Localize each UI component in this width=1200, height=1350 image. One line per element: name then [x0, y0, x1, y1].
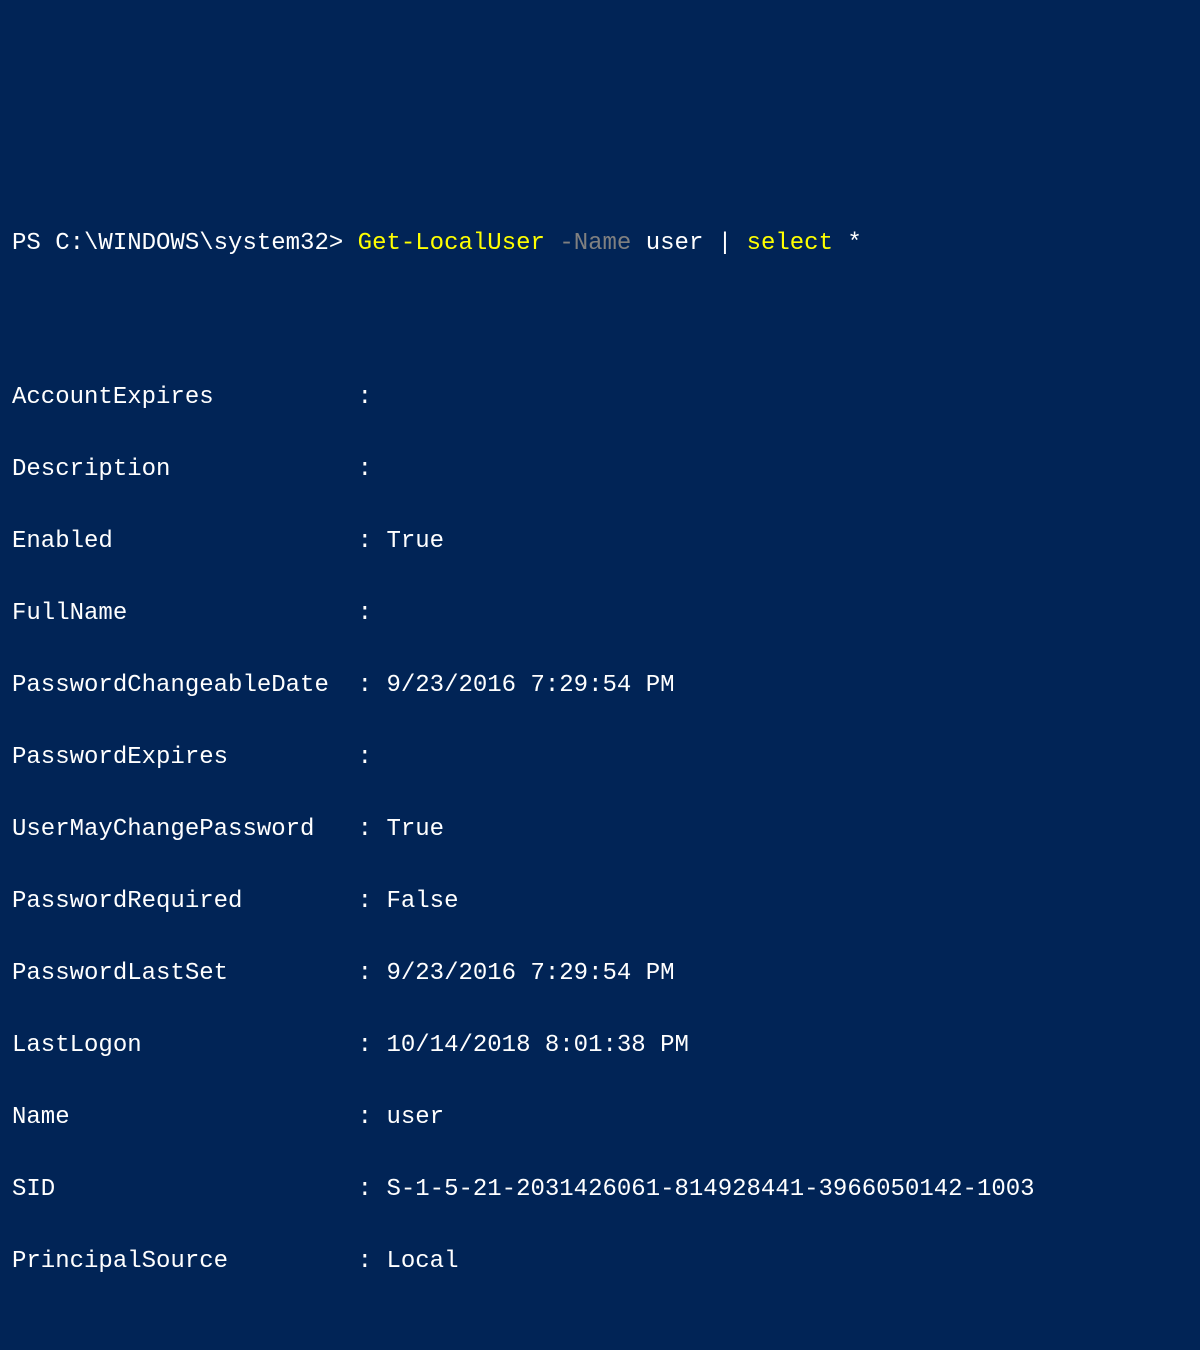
output-label: SID — [12, 1172, 358, 1208]
select-wildcard: * — [847, 230, 861, 257]
output-label: PasswordChangeableDate — [12, 668, 358, 704]
output-row: AccountExpires: — [12, 380, 1188, 416]
output-colon: : — [358, 524, 387, 560]
param-value: user — [646, 230, 704, 257]
prompt-prefix: PS C:\WINDOWS\system32> — [12, 230, 343, 257]
output-value: True — [386, 528, 444, 555]
output-row: PrincipalSource: Local — [12, 1244, 1188, 1280]
output-label: UserMayChangePassword — [12, 812, 358, 848]
output-colon: : — [358, 956, 387, 992]
output-colon: : — [358, 596, 387, 632]
output-row: PasswordExpires: — [12, 740, 1188, 776]
output-label: Name — [12, 1100, 358, 1136]
output-value: True — [386, 816, 444, 843]
output-row: Enabled: True — [12, 524, 1188, 560]
pipe-operator: | — [718, 230, 732, 257]
output-row: Description: — [12, 452, 1188, 488]
output-label: AccountExpires — [12, 380, 358, 416]
output-colon: : — [358, 1100, 387, 1136]
output-colon: : — [358, 740, 387, 776]
output-label: PasswordLastSet — [12, 956, 358, 992]
output-label: LastLogon — [12, 1028, 358, 1064]
output-row: SID: S-1-5-21-2031426061-814928441-39660… — [12, 1172, 1188, 1208]
output-label: PrincipalSource — [12, 1244, 358, 1280]
output-row: PasswordChangeableDate: 9/23/2016 7:29:5… — [12, 668, 1188, 704]
output-row: Name: user — [12, 1100, 1188, 1136]
output-row: PasswordRequired: False — [12, 884, 1188, 920]
output-value: 10/14/2018 8:01:38 PM — [386, 1032, 688, 1059]
output-value: Local — [386, 1248, 458, 1275]
command-line[interactable]: PS C:\WINDOWS\system32> Get-LocalUser -N… — [12, 226, 1188, 262]
output-value: False — [386, 888, 458, 915]
output-row: LastLogon: 10/14/2018 8:01:38 PM — [12, 1028, 1188, 1064]
output-colon: : — [358, 812, 387, 848]
output-row: UserMayChangePassword: True — [12, 812, 1188, 848]
param-name: -Name — [559, 230, 631, 257]
output-colon: : — [358, 1028, 387, 1064]
output-colon: : — [358, 1244, 387, 1280]
output-label: PasswordRequired — [12, 884, 358, 920]
output-colon: : — [358, 380, 387, 416]
output-colon: : — [358, 452, 387, 488]
output-colon: : — [358, 668, 387, 704]
output-value: S-1-5-21-2031426061-814928441-3966050142… — [386, 1176, 1034, 1203]
output-label: Description — [12, 452, 358, 488]
output-label: PasswordExpires — [12, 740, 358, 776]
cmdlet: Get-LocalUser — [358, 230, 545, 257]
output-row: FullName: — [12, 596, 1188, 632]
output-row: PasswordLastSet: 9/23/2016 7:29:54 PM — [12, 956, 1188, 992]
select-cmdlet: select — [747, 230, 833, 257]
output-value: user — [386, 1104, 444, 1131]
output-colon: : — [358, 1172, 387, 1208]
output-value: 9/23/2016 7:29:54 PM — [386, 960, 674, 987]
output-label: FullName — [12, 596, 358, 632]
output-colon: : — [358, 884, 387, 920]
output-value: 9/23/2016 7:29:54 PM — [386, 672, 674, 699]
output-label: Enabled — [12, 524, 358, 560]
